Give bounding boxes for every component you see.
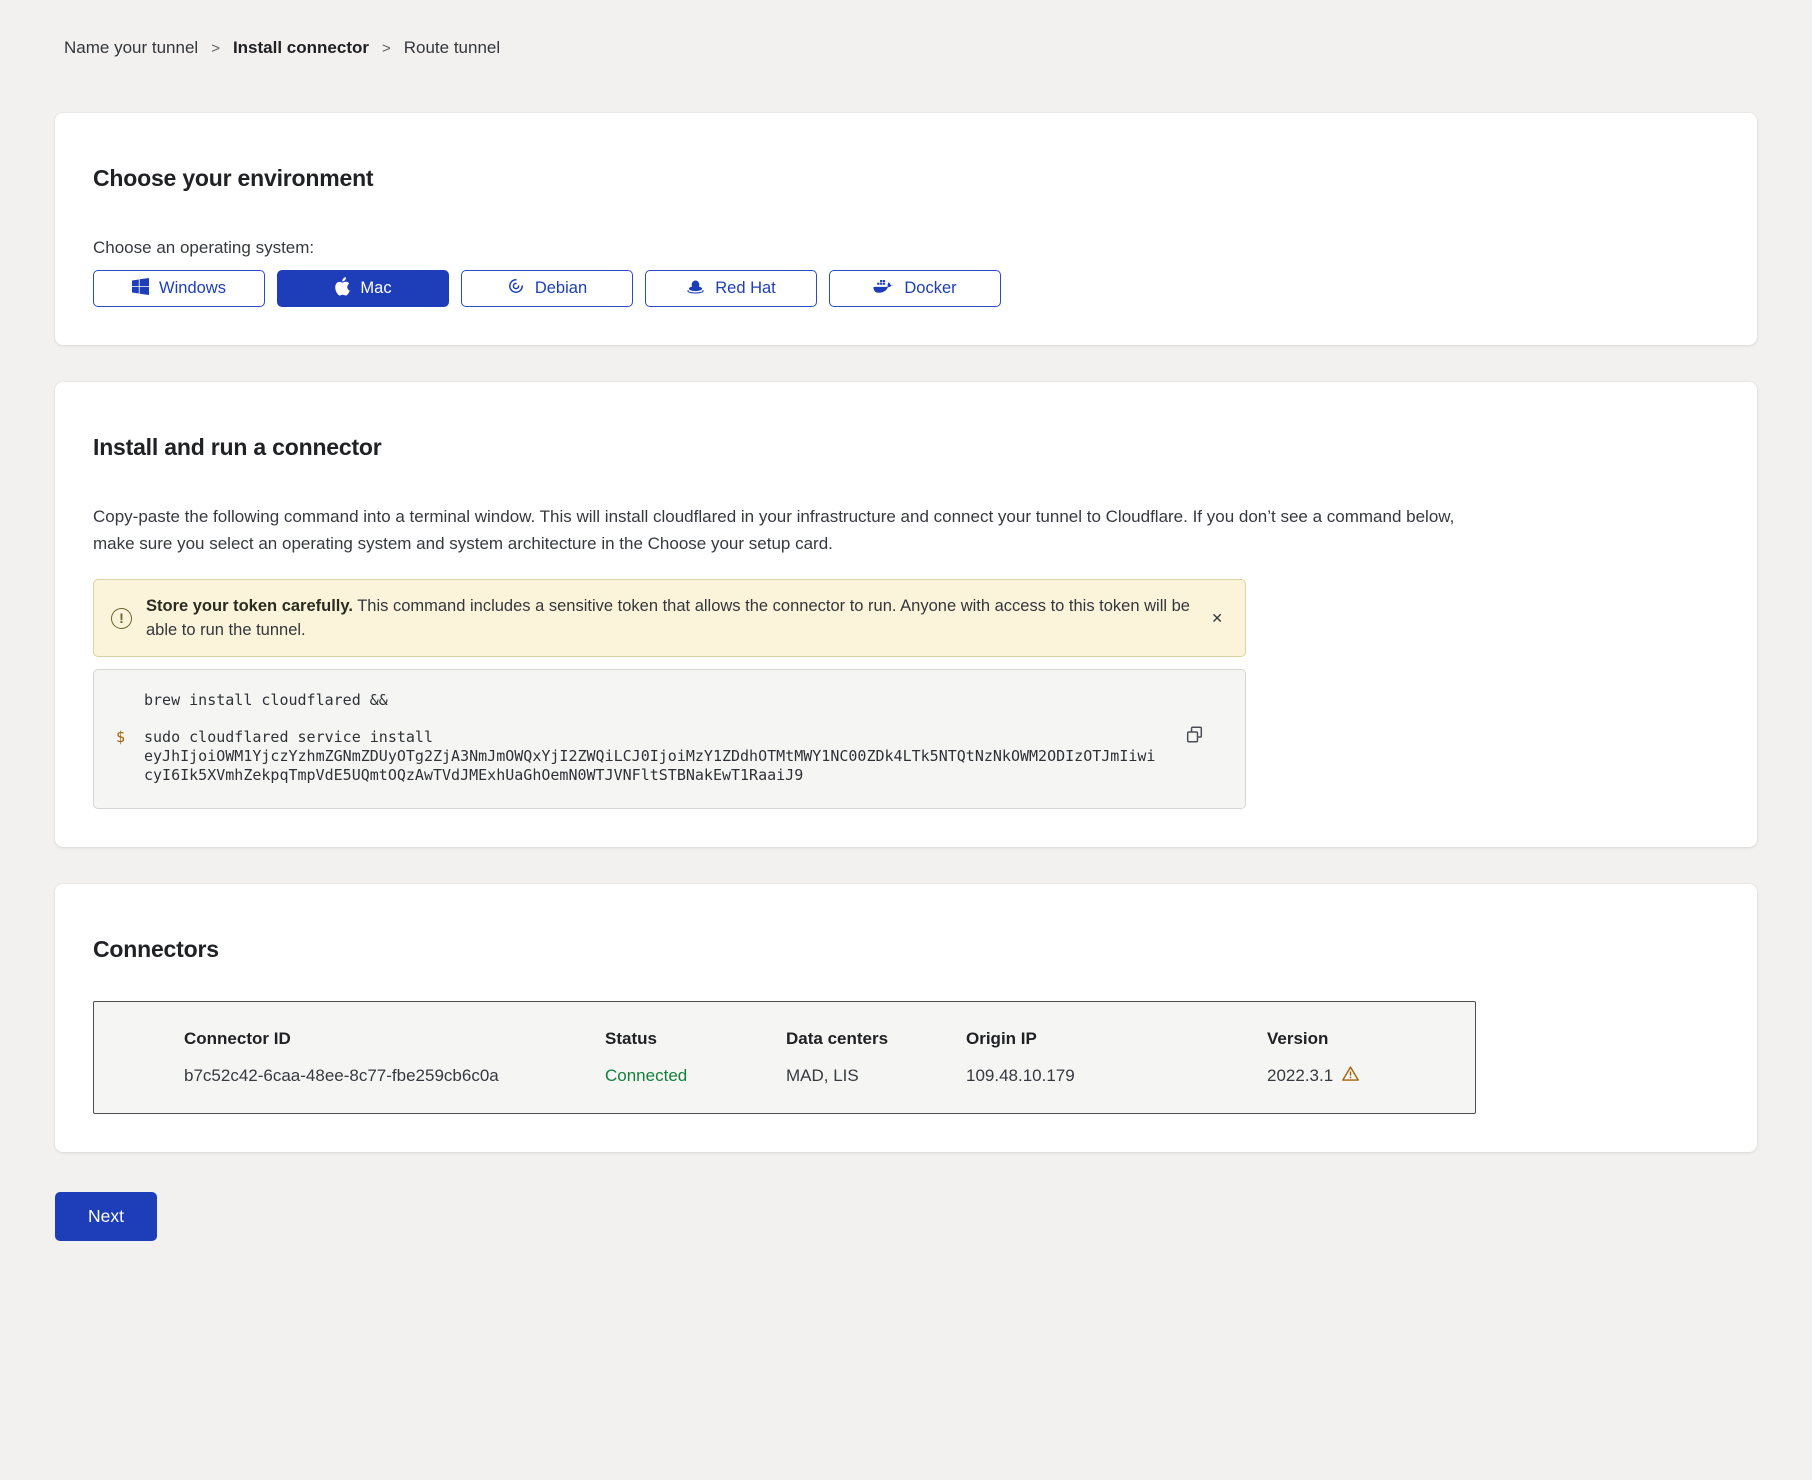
install-card: Install and run a connector Copy-paste t… — [55, 382, 1757, 847]
os-button-windows[interactable]: Windows — [93, 270, 265, 307]
os-button-label: Windows — [159, 279, 226, 298]
connector-id-cell: b7c52c42-6caa-48ee-8c77-fbe259cb6c0a — [184, 1066, 605, 1086]
command-block: brew install cloudflared && $ sudo cloud… — [93, 669, 1246, 809]
breadcrumb-separator: > — [382, 40, 391, 57]
command-line: brew install cloudflared && — [116, 691, 1159, 710]
breadcrumb-separator: > — [211, 40, 220, 57]
column-header-data-centers: Data centers — [786, 1029, 966, 1049]
environment-card: Choose your environment Choose an operat… — [55, 113, 1757, 345]
next-button[interactable]: Next — [55, 1192, 157, 1241]
docker-icon — [873, 278, 894, 299]
command-text: brew install cloudflared && — [144, 691, 1159, 710]
apple-icon — [334, 277, 350, 301]
debian-icon — [507, 277, 525, 300]
close-icon[interactable]: ✕ — [1209, 607, 1225, 629]
os-button-label: Debian — [535, 279, 587, 298]
os-button-label: Red Hat — [715, 279, 776, 298]
breadcrumb: Name your tunnel > Install connector > R… — [55, 38, 1757, 58]
environment-card-title: Choose your environment — [93, 165, 1719, 192]
redhat-icon — [686, 279, 705, 299]
breadcrumb-step-route-tunnel[interactable]: Route tunnel — [404, 38, 500, 58]
connectors-table: Connector ID Status Data centers Origin … — [93, 1001, 1476, 1114]
os-button-mac[interactable]: Mac — [277, 270, 449, 307]
column-header-status: Status — [605, 1029, 786, 1049]
warning-exclamation-icon: ! — [111, 608, 132, 629]
column-header-connector-id: Connector ID — [184, 1029, 605, 1049]
status-badge: Connected — [605, 1066, 786, 1086]
install-description: Copy-paste the following command into a … — [93, 503, 1465, 557]
windows-icon — [132, 278, 149, 300]
data-centers-cell: MAD, LIS — [786, 1066, 966, 1086]
os-button-debian[interactable]: Debian — [461, 270, 633, 307]
command-line: $ sudo cloudflared service install eyJhI… — [116, 728, 1159, 785]
os-select-label: Choose an operating system: — [93, 238, 1719, 258]
token-warning-banner: ! Store your token carefully. This comma… — [93, 579, 1246, 657]
connectors-table-header: Connector ID Status Data centers Origin … — [184, 1029, 1475, 1049]
token-warning-title: Store your token carefully. — [146, 597, 353, 615]
breadcrumb-step-name-tunnel[interactable]: Name your tunnel — [64, 38, 198, 58]
origin-ip-cell: 109.48.10.179 — [966, 1066, 1267, 1086]
copy-icon[interactable] — [1184, 724, 1205, 748]
command-text: sudo cloudflared service install eyJhIjo… — [144, 728, 1159, 785]
shell-prompt — [116, 691, 130, 710]
connector-row: b7c52c42-6caa-48ee-8c77-fbe259cb6c0a Con… — [184, 1066, 1475, 1086]
os-button-label: Docker — [904, 279, 956, 298]
version-warning-icon — [1342, 1066, 1359, 1086]
shell-prompt: $ — [116, 728, 130, 785]
breadcrumb-step-install-connector[interactable]: Install connector — [233, 38, 369, 58]
os-button-label: Mac — [360, 279, 391, 298]
version-value: 2022.3.1 — [1267, 1066, 1333, 1086]
connectors-card-title: Connectors — [93, 936, 1719, 963]
os-button-redhat[interactable]: Red Hat — [645, 270, 817, 307]
connectors-card: Connectors Connector ID Status Data cent… — [55, 884, 1757, 1152]
column-header-origin-ip: Origin IP — [966, 1029, 1267, 1049]
token-warning-text: Store your token carefully. This command… — [146, 594, 1195, 642]
os-button-docker[interactable]: Docker — [829, 270, 1001, 307]
column-header-version: Version — [1267, 1029, 1475, 1049]
install-card-title: Install and run a connector — [93, 434, 1719, 461]
version-cell: 2022.3.1 — [1267, 1066, 1475, 1086]
os-button-group: Windows Mac Debian Red Hat — [93, 270, 1719, 307]
tunnel-setup-page: Name your tunnel > Install connector > R… — [0, 0, 1812, 1281]
